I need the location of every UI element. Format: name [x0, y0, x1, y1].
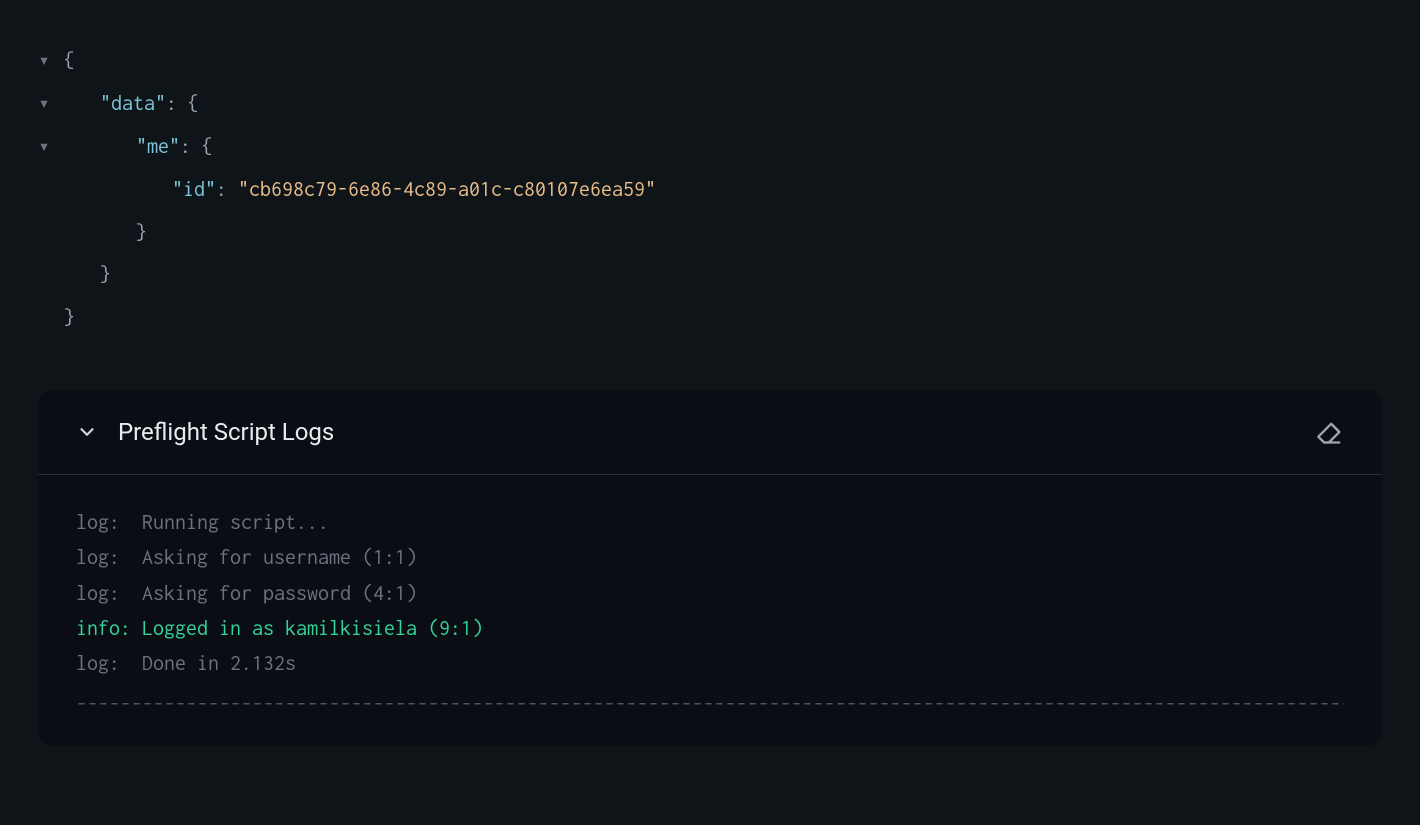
json-line: } [40, 254, 1380, 297]
json-key: "me" [136, 126, 180, 169]
json-line: } [40, 212, 1380, 255]
chevron-down-icon [76, 421, 98, 443]
collapse-arrow-icon[interactable]: ▼ [40, 92, 58, 117]
json-punct: } [100, 254, 111, 297]
json-punct: } [64, 297, 75, 340]
collapse-arrow-icon[interactable]: ▼ [40, 135, 58, 160]
preflight-logs-panel: Preflight Script Logs log: Running scrip… [38, 390, 1382, 746]
json-punct: } [136, 212, 147, 255]
collapse-arrow-icon[interactable]: ▼ [40, 49, 58, 74]
json-line: ▼{ [40, 40, 1380, 83]
json-line: } [40, 297, 1380, 340]
json-key: "id" [172, 169, 216, 212]
json-string-value: "cb698c79-6e86-4c89-a01c-c80107e6ea59" [238, 169, 656, 212]
json-line: ▼ "me": { [40, 126, 1380, 169]
log-line: log: Running script... [76, 505, 1344, 540]
json-punct: : { [166, 83, 199, 126]
json-line: "id": "cb698c79-6e86-4c89-a01c-c80107e6e… [40, 169, 1380, 212]
log-line: info: Logged in as kamilkisiela (9:1) [76, 611, 1344, 646]
log-line: log: Done in 2.132s [76, 646, 1344, 681]
json-punct: : { [180, 126, 213, 169]
eraser-icon[interactable] [1316, 418, 1344, 446]
json-response-viewer: ▼{▼"data": {▼"me": {"id": "cb698c79-6e86… [0, 0, 1420, 370]
log-line: log: Asking for password (4:1) [76, 576, 1344, 611]
json-punct: { [64, 40, 75, 83]
log-line: log: Asking for username (1:1) [76, 540, 1344, 575]
json-key: "data" [100, 83, 166, 126]
logs-title: Preflight Script Logs [118, 418, 334, 446]
json-line: ▼ "data": { [40, 83, 1380, 126]
json-punct: : [216, 169, 238, 212]
logs-header: Preflight Script Logs [38, 390, 1382, 475]
logs-title-group[interactable]: Preflight Script Logs [76, 418, 334, 446]
logs-body: log: Running script...log: Asking for us… [38, 475, 1382, 746]
log-divider: ----------------------------------------… [76, 693, 1344, 716]
